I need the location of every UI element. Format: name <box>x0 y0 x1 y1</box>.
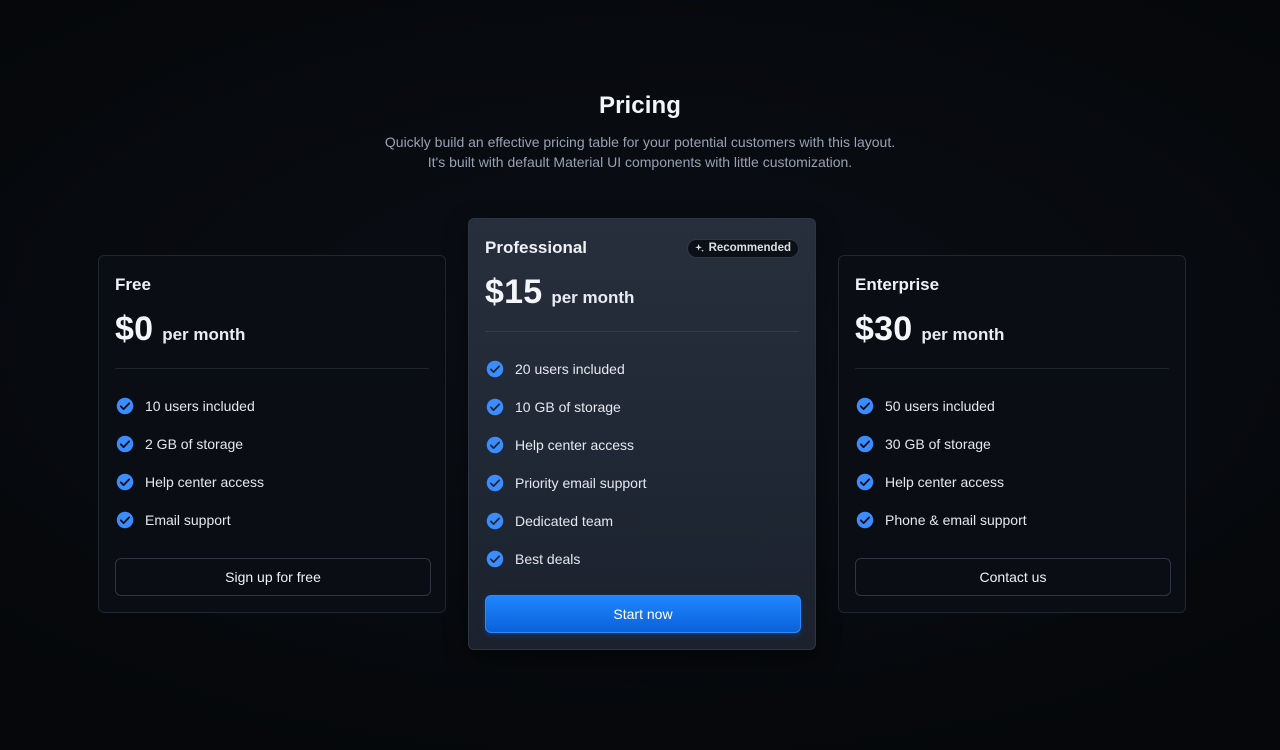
check-circle-icon <box>486 550 504 568</box>
check-circle-icon <box>856 511 874 529</box>
feature-item: 50 users included <box>855 387 1169 425</box>
check-circle-icon <box>486 436 504 454</box>
plan-name: Professional <box>485 238 588 257</box>
feature-text: 2 GB of storage <box>145 436 244 452</box>
plan-name: Enterprise <box>855 275 940 294</box>
feature-list: 20 users included 10 GB of storage Help … <box>485 350 799 578</box>
feature-list: 10 users included 2 GB of storage Help c… <box>115 387 429 539</box>
plan-card-enterprise: Enterprise $30 per month 50 users includ… <box>838 255 1186 613</box>
feature-item: 2 GB of storage <box>115 425 429 463</box>
check-circle-icon <box>486 512 504 530</box>
plan-period: per month <box>921 325 1005 344</box>
badge-label: Recommended <box>708 242 791 254</box>
feature-text: 30 GB of storage <box>885 436 991 452</box>
feature-text: Phone & email support <box>885 512 1027 528</box>
check-circle-icon <box>856 397 874 415</box>
feature-text: Help center access <box>145 474 265 490</box>
feature-text: Email support <box>145 512 231 528</box>
check-circle-icon <box>856 473 874 491</box>
feature-item: Help center access <box>115 463 429 501</box>
plan-price-row: $0 per month <box>115 310 429 352</box>
page-title: Pricing <box>598 92 682 119</box>
feature-text: 20 users included <box>515 361 625 377</box>
sign-up-free-button[interactable]: Sign up for free <box>115 558 431 596</box>
feature-item: 10 users included <box>115 387 429 425</box>
feature-text: 50 users included <box>885 398 995 414</box>
feature-item: 20 users included <box>485 350 799 388</box>
plan-card-professional: Professional Recommended $15 per month 2… <box>468 218 816 650</box>
check-circle-icon <box>116 511 134 529</box>
pricing-header: Pricing Quickly build an effective prici… <box>0 92 1280 172</box>
feature-item: Dedicated team <box>485 502 799 540</box>
feature-item: 10 GB of storage <box>485 388 799 426</box>
divider <box>115 368 429 369</box>
feature-item: Email support <box>115 501 429 539</box>
subtitle-line-2: It's built with default Material UI comp… <box>427 154 853 170</box>
check-circle-icon <box>486 474 504 492</box>
feature-text: Dedicated team <box>515 513 614 529</box>
plan-price: $30 <box>855 310 913 348</box>
check-circle-icon <box>116 435 134 453</box>
feature-item: Phone & email support <box>855 501 1169 539</box>
check-circle-icon <box>486 360 504 378</box>
feature-list: 50 users included 30 GB of storage Help … <box>855 387 1169 539</box>
feature-text: Best deals <box>515 551 581 567</box>
plan-price: $0 <box>115 310 154 348</box>
sparkle-icon <box>694 243 704 252</box>
feature-text: 10 GB of storage <box>515 399 621 415</box>
feature-text: Priority email support <box>515 475 647 491</box>
divider <box>855 368 1169 369</box>
subtitle-line-1: Quickly build an effective pricing table… <box>384 134 896 150</box>
feature-item: 30 GB of storage <box>855 425 1169 463</box>
feature-item: Help center access <box>855 463 1169 501</box>
start-now-button[interactable]: Start now <box>485 595 801 633</box>
plan-price: $15 <box>485 273 543 311</box>
contact-us-button[interactable]: Contact us <box>855 558 1171 596</box>
plan-price-row: $30 per month <box>855 310 1169 352</box>
page-subtitle: Quickly build an effective pricing table… <box>0 132 1280 172</box>
plan-name: Free <box>115 275 151 294</box>
plan-period: per month <box>551 288 635 307</box>
feature-item: Best deals <box>485 540 799 578</box>
plan-price-row: $15 per month <box>485 273 799 315</box>
feature-item: Help center access <box>485 426 799 464</box>
pricing-page: Pricing Quickly build an effective prici… <box>0 0 1280 750</box>
plan-period: per month <box>162 325 246 344</box>
recommended-badge: Recommended <box>686 238 799 258</box>
feature-item: Priority email support <box>485 464 799 502</box>
feature-text: Help center access <box>885 474 1005 490</box>
plan-card-free: Free $0 per month 10 users included 2 GB… <box>98 255 446 613</box>
check-circle-icon <box>116 473 134 491</box>
check-circle-icon <box>116 397 134 415</box>
check-circle-icon <box>486 398 504 416</box>
feature-text: Help center access <box>515 437 635 453</box>
divider <box>485 331 799 332</box>
check-circle-icon <box>856 435 874 453</box>
feature-text: 10 users included <box>145 398 255 414</box>
